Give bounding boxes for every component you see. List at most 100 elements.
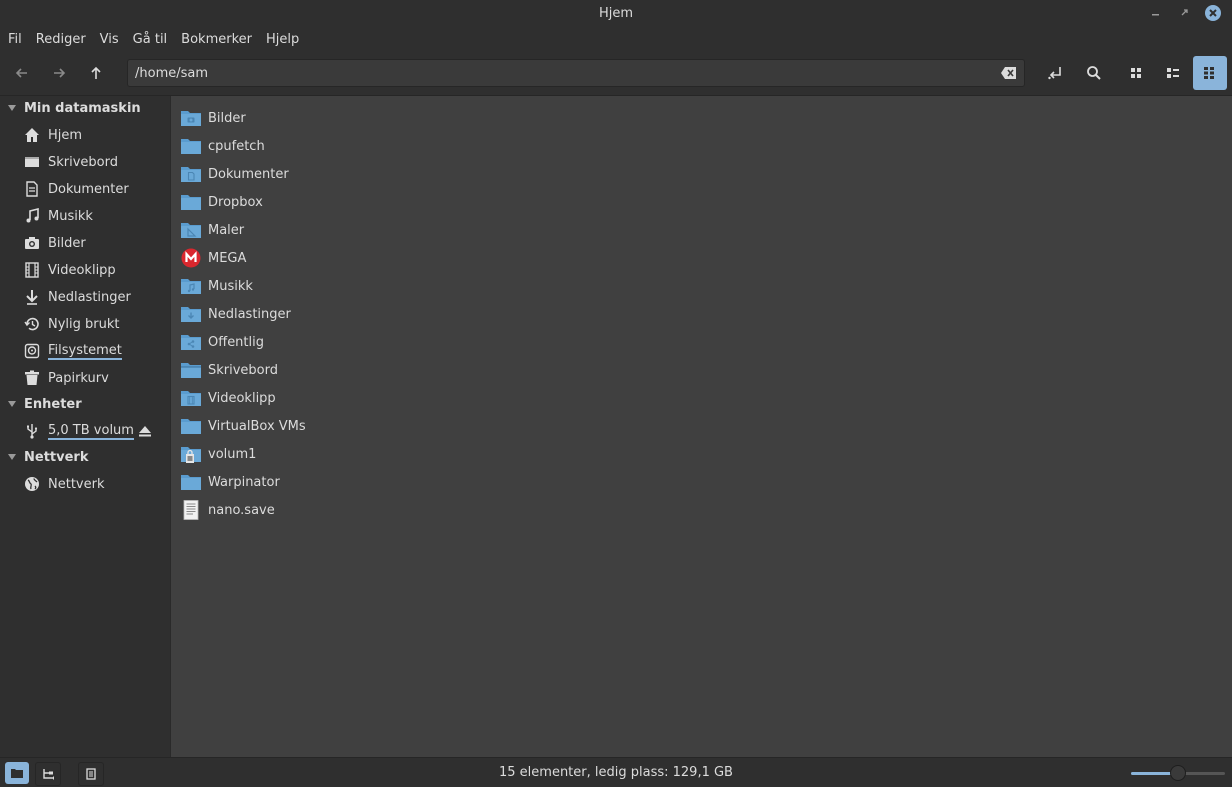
file-item[interactable]: Nedlastinger — [180, 300, 291, 328]
file-name: Nedlastinger — [208, 306, 291, 322]
globe-icon — [25, 477, 39, 491]
sidebar-item-label: Videoklipp — [48, 262, 116, 278]
sidebar-item-papirkurv[interactable]: Papirkurv — [24, 366, 109, 390]
documents-icon — [26, 181, 38, 197]
location-path[interactable]: /home/sam — [135, 66, 208, 81]
film-icon — [25, 262, 39, 278]
chevron-down-icon — [8, 105, 16, 111]
file-name: Skrivebord — [208, 362, 279, 378]
file-item[interactable]: Videoklipp — [180, 384, 276, 412]
minimize-button[interactable] — [1147, 4, 1165, 22]
file-item[interactable]: cpufetch — [180, 132, 265, 160]
section-label: Nettverk — [24, 449, 89, 465]
zoom-slider-handle[interactable] — [1170, 765, 1186, 781]
toggle-location-button[interactable] — [1043, 60, 1069, 86]
file-item[interactable]: Skrivebord — [180, 356, 278, 384]
maximize-button[interactable] — [1176, 4, 1194, 22]
trash-icon — [25, 370, 39, 385]
section-label: Min datamaskin — [24, 100, 141, 116]
sidebar-item-label: Filsystemet — [48, 342, 122, 360]
sidebar-item-nettverk[interactable]: Nettverk — [24, 472, 104, 496]
clear-location-icon[interactable] — [1000, 65, 1018, 81]
section-header-nettverk[interactable]: Nettverk — [0, 446, 88, 468]
file-name: volum1 — [208, 446, 257, 462]
usb-icon — [27, 424, 38, 439]
sidebar-item-nedlastinger[interactable]: Nedlastinger — [24, 285, 131, 309]
folder-documents-icon — [181, 167, 201, 182]
file-name: VirtualBox VMs — [208, 418, 306, 434]
sidebar-item-label: Nettverk — [48, 476, 105, 492]
sidebar-item-label: Skrivebord — [48, 154, 119, 170]
back-button[interactable] — [9, 60, 35, 86]
file-item[interactable]: Maler — [180, 216, 244, 244]
up-arrow-icon — [91, 66, 101, 79]
file-item[interactable]: Dropbox — [180, 188, 263, 216]
sidebar-item-nylig-brukt[interactable]: Nylig brukt — [24, 312, 120, 336]
sidebar-item-filsystemet[interactable]: Filsystemet — [24, 339, 122, 363]
sidebar-item-musikk[interactable]: Musikk — [24, 204, 93, 228]
mega-icon — [181, 248, 201, 268]
folder-icon — [181, 139, 201, 154]
file-name: nano.save — [208, 502, 275, 518]
close-icon — [1209, 9, 1217, 17]
menu-bokmerker[interactable]: Bokmerker — [174, 32, 259, 47]
eject-button[interactable] — [138, 419, 152, 443]
section-header-min-datamaskin[interactable]: Min datamaskin — [0, 97, 141, 119]
title-bar: Hjem — [0, 0, 1232, 27]
up-button[interactable] — [83, 60, 109, 86]
sidebar-item-skrivebord[interactable]: Skrivebord — [24, 150, 118, 174]
drive-icon — [24, 343, 40, 359]
file-name: cpufetch — [208, 138, 265, 154]
folder-download-icon — [181, 307, 201, 322]
toggle-location-icon — [1048, 67, 1061, 80]
music-icon — [26, 208, 39, 223]
menu-hjelp[interactable]: Hjelp — [259, 32, 306, 47]
desktop-icon — [25, 157, 39, 167]
sidebar-item-bilder[interactable]: Bilder — [24, 231, 86, 255]
section-header-enheter[interactable]: Enheter — [0, 393, 82, 415]
menu-ga-til[interactable]: Gå til — [126, 32, 175, 47]
folder-icon — [181, 475, 201, 490]
list-view-button[interactable] — [1160, 60, 1186, 86]
sidebar-item-label: 5,0 TB volum — [48, 422, 134, 440]
file-item[interactable]: Bilder — [180, 104, 246, 132]
section-label: Enheter — [24, 396, 82, 412]
file-item[interactable]: Musikk — [180, 272, 253, 300]
menu-rediger[interactable]: Rediger — [29, 32, 93, 47]
file-item[interactable]: volum1 — [180, 440, 256, 468]
file-item[interactable]: VirtualBox VMs — [180, 412, 306, 440]
icon-view-icon — [1131, 68, 1141, 78]
zoom-slider[interactable] — [1131, 765, 1225, 781]
text-file-icon — [183, 500, 199, 520]
file-name: Videoklipp — [208, 390, 276, 406]
file-item[interactable]: Warpinator — [180, 468, 280, 496]
file-item[interactable]: nano.save — [180, 496, 275, 524]
forward-button[interactable] — [46, 60, 72, 86]
sidebar-item-label: Nylig brukt — [48, 316, 120, 332]
file-name: Maler — [208, 222, 245, 238]
sidebar-item-label: Hjem — [48, 127, 83, 143]
file-item[interactable]: MEGA — [180, 244, 246, 272]
sidebar-item-dokumenter[interactable]: Dokumenter — [24, 177, 129, 201]
file-view[interactable]: Bilder cpufetch Dokumenter Dropbox Maler… — [171, 96, 1232, 757]
status-text: 15 elementer, ledig plass: 129,1 GB — [499, 765, 733, 780]
menu-fil[interactable]: Fil — [0, 32, 29, 47]
close-button[interactable] — [1205, 5, 1221, 21]
search-button[interactable] — [1081, 60, 1107, 86]
file-name: Bilder — [208, 110, 246, 126]
folder-pictures-icon — [181, 111, 201, 126]
file-name: Warpinator — [208, 474, 280, 490]
file-item[interactable]: Dokumenter — [180, 160, 289, 188]
file-item[interactable]: Offentlig — [180, 328, 264, 356]
icon-view-button[interactable] — [1123, 60, 1149, 86]
location-bar[interactable]: /home/sam — [127, 59, 1025, 87]
compact-view-button[interactable] — [1193, 56, 1227, 90]
file-name: Offentlig — [208, 334, 264, 350]
menu-vis[interactable]: Vis — [93, 32, 126, 47]
home-icon — [25, 128, 39, 142]
sidebar-item-5tb-volum[interactable]: 5,0 TB volum — [24, 419, 170, 443]
folder-locked-icon — [181, 447, 201, 463]
sidebar-item-hjem[interactable]: Hjem — [24, 123, 82, 147]
compact-view-icon — [1204, 67, 1214, 79]
sidebar-item-videoklipp[interactable]: Videoklipp — [24, 258, 116, 282]
